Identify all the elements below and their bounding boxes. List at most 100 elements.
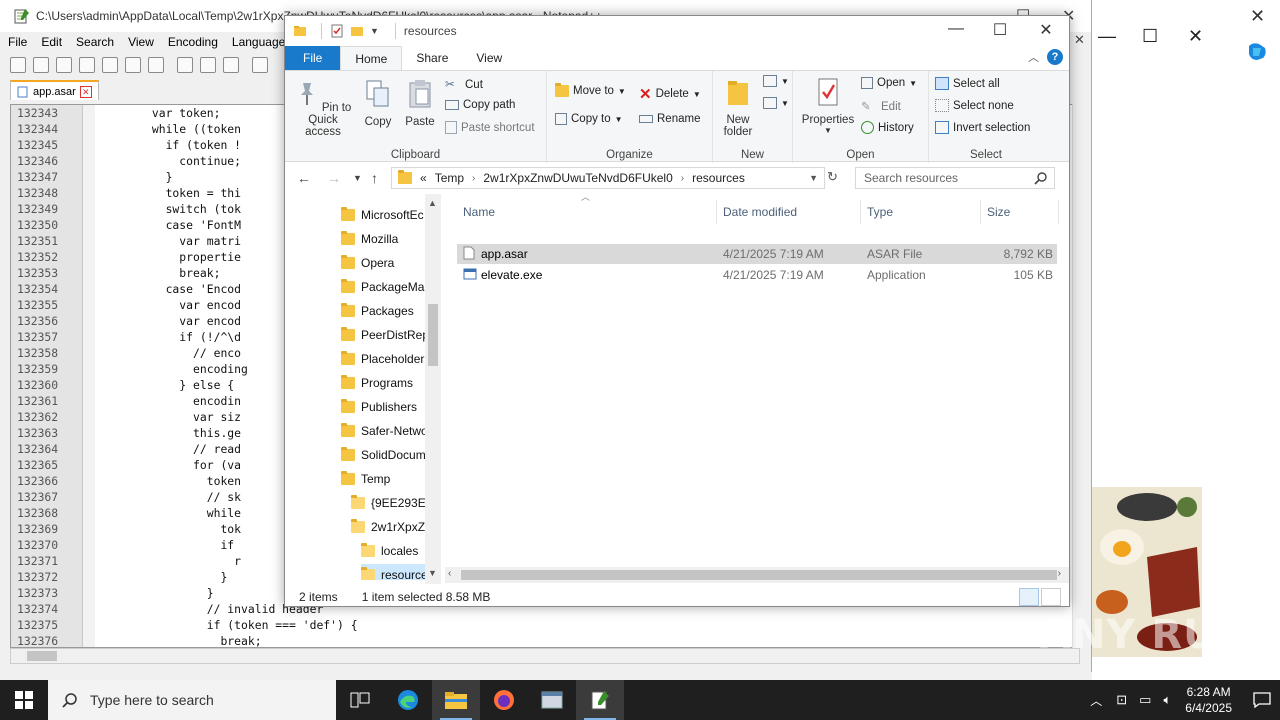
copy-button[interactable]: Copy [359,79,397,128]
pin-quick-access-button[interactable]: Pin to Quick access [291,79,355,138]
nav-item[interactable]: Opera [341,252,425,274]
help-icon[interactable]: ? [1047,49,1063,65]
tab-share[interactable]: Share [402,46,462,70]
move-to-button[interactable]: Move to ▼ [555,83,626,97]
tab-close-icon[interactable]: ✕ [79,85,92,98]
scroll-up-icon[interactable]: ▲ [428,198,437,208]
nav-item[interactable]: Packages [341,300,425,322]
file-list-horizontal-scrollbar[interactable]: ‹ › [445,567,1069,583]
new-file-icon[interactable] [10,57,26,73]
bg-close-icon[interactable]: ✕ [1250,6,1265,27]
copy-icon[interactable] [200,57,216,73]
breadcrumb-overflow[interactable]: « [420,171,427,185]
menu-search[interactable]: Search [76,35,114,49]
explorer-taskbar-button[interactable] [432,680,480,720]
quick-access-dropdown-icon[interactable]: ▼ [370,26,379,36]
up-arrow-icon[interactable]: ↑ [371,170,378,186]
notepad-taskbar-button[interactable] [576,680,624,720]
scroll-right-icon[interactable]: › [1058,568,1061,579]
minimize-icon[interactable]: — [1098,26,1116,47]
undo-icon[interactable] [252,57,268,73]
breadcrumb-resources[interactable]: resources [692,171,745,185]
file-row[interactable]: app.asar 4/21/2025 7:19 AM ASAR File 8,792 … [457,244,1057,264]
new-item-button[interactable]: ▼ [763,75,789,87]
nav-scrollbar[interactable]: ▲ ▼ [425,194,441,584]
notifications-button[interactable] [1244,680,1280,720]
breadcrumb-separator-icon[interactable]: › [472,173,475,184]
tab-app-asar[interactable]: app.asar ✕ [10,80,99,100]
easy-access-button[interactable]: ▼ [763,97,789,109]
properties-quick-icon[interactable] [330,24,344,38]
network-icon[interactable]: ▭ [1139,692,1151,708]
show-hidden-icons-icon[interactable]: ︿ [1090,692,1102,709]
task-view-button[interactable] [336,680,384,720]
editor-vertical-scrollbar[interactable] [1072,104,1090,648]
paste-icon[interactable] [223,57,239,73]
copilot-icon[interactable] [1245,40,1269,64]
hbar-thumb[interactable] [461,570,1057,580]
nav-item[interactable]: resource [361,564,428,580]
copy-path-button[interactable]: Copy path [445,99,515,111]
new-folder-quick-icon[interactable] [350,24,364,38]
open-file-icon[interactable] [33,57,49,73]
rename-button[interactable]: Rename [639,113,700,125]
column-name[interactable]: Name [457,200,717,224]
tab-file[interactable]: File [285,46,341,70]
nav-item[interactable]: Placeholder [341,348,425,370]
column-type[interactable]: Type [861,200,981,224]
menu-encoding[interactable]: Encoding [168,35,218,49]
recent-locations-icon[interactable]: ▼ [353,173,362,183]
start-button[interactable] [0,680,48,720]
history-button[interactable]: History [861,121,914,134]
menu-file[interactable]: File [8,35,27,49]
cut-icon[interactable] [177,57,193,73]
select-none-button[interactable]: Select none [935,99,1014,112]
nav-item[interactable]: Mozilla [341,228,425,250]
tab-home[interactable]: Home [340,46,403,70]
address-dropdown-icon[interactable]: ▼ [809,173,818,183]
nav-item[interactable]: Safer-Netwo [341,420,428,442]
refresh-icon[interactable]: ↻ [827,169,838,185]
ribbon-collapse-icon[interactable]: ︿ [1028,49,1039,65]
address-box[interactable]: « Temp › 2w1rXpxZnwDUwuTeNvdD6FUkel0 › r… [391,167,825,189]
nav-item[interactable]: Publishers [341,396,425,418]
properties-button[interactable]: Properties ▼ [797,77,859,135]
network-drive-icon[interactable]: ⊡ [1116,692,1127,708]
app-taskbar-button[interactable] [528,680,576,720]
column-date-modified[interactable]: Date modified [717,200,861,224]
maximize-icon[interactable]: ☐ [1142,26,1158,47]
select-all-button[interactable]: Select all [935,77,1000,90]
tab-view[interactable]: View [462,46,516,70]
print-icon[interactable] [148,57,164,73]
paste-button[interactable]: Paste [401,79,439,128]
edge-taskbar-button[interactable] [384,680,432,720]
firefox-taskbar-button[interactable] [480,680,528,720]
new-folder-button[interactable]: New folder [717,77,759,138]
scroll-left-icon[interactable]: ‹ [448,568,451,579]
hscroll-thumb[interactable] [27,651,57,661]
large-icons-view-button[interactable] [1041,588,1061,606]
explorer-close-icon[interactable]: ✕ [1023,20,1069,40]
close-icon[interactable]: ✕ [1188,26,1203,47]
edit-button[interactable]: ✎ Edit [861,99,901,115]
menu-view[interactable]: View [128,35,154,49]
delete-button[interactable]: ✕ Delete ▼ [639,85,701,103]
nav-item[interactable]: Programs [341,372,425,394]
nav-item[interactable]: PeerDistRep [341,324,429,346]
nav-item[interactable]: 2w1rXpxZr [351,516,429,538]
menu-edit[interactable]: Edit [41,35,62,49]
explorer-maximize-icon[interactable]: ☐ [977,20,1023,40]
forward-arrow-icon[interactable]: → [327,170,341,186]
copy-to-button[interactable]: Copy to ▼ [555,113,623,125]
scroll-down-icon[interactable]: ▼ [428,568,437,578]
explorer-minimize-icon[interactable]: — [933,20,979,38]
nav-item[interactable]: locales [361,540,425,562]
search-input[interactable]: Search resources [855,167,1055,189]
notepad-doc-close-icon[interactable]: ✕ [1074,32,1085,48]
nav-item[interactable]: Temp [341,468,425,490]
nav-item[interactable]: PackageMa [341,276,425,298]
breadcrumb-folder[interactable]: 2w1rXpxZnwDUwuTeNvdD6FUkel0 [483,171,672,185]
open-button[interactable]: Open ▼ [861,77,917,89]
taskbar-search[interactable]: Type here to search [48,680,336,720]
paste-shortcut-button[interactable]: Paste shortcut [445,121,535,134]
